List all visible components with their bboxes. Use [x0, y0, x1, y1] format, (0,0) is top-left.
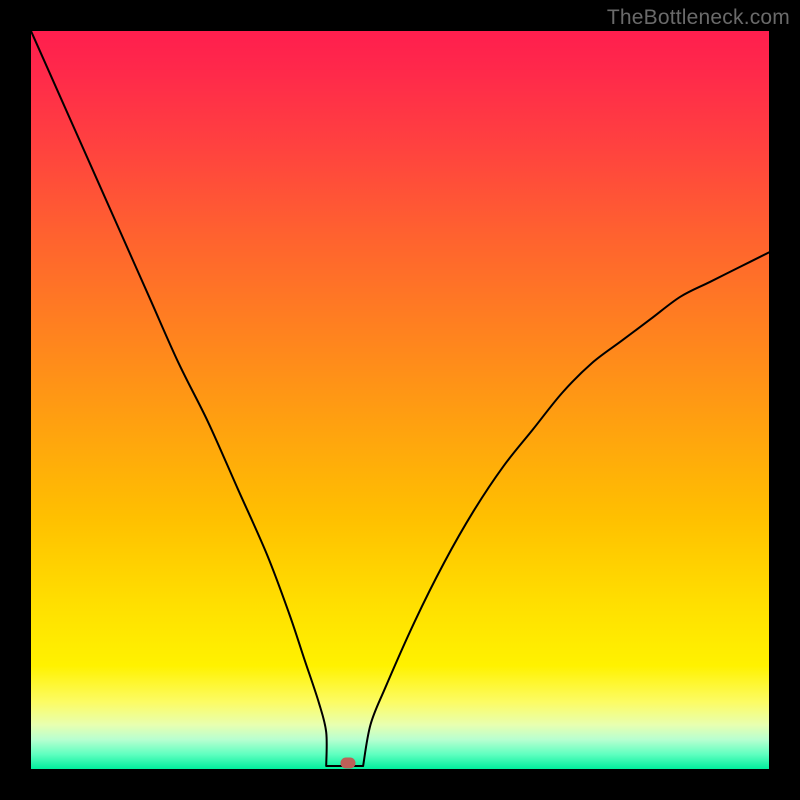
bottleneck-curve — [31, 31, 769, 769]
optimum-marker-icon — [341, 758, 356, 769]
watermark-text: TheBottleneck.com — [607, 6, 790, 30]
chart-frame: TheBottleneck.com — [0, 0, 800, 800]
plot-area — [31, 31, 769, 769]
